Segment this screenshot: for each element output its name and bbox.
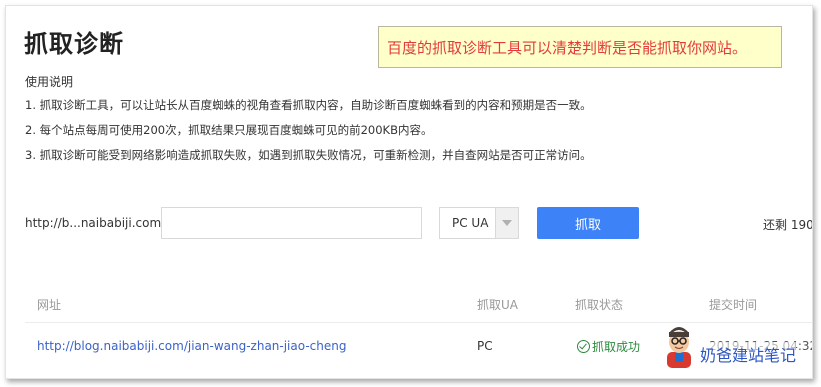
avatar-icon	[667, 327, 691, 368]
page-title: 抓取诊断	[24, 30, 124, 58]
instruction-line: 1. 抓取诊断工具，可以让站长从百度蜘蛛的视角查看抓取内容，自助诊断百度蜘蛛看到…	[25, 98, 592, 112]
remaining-count: 还剩 190	[763, 218, 813, 232]
row-ua: PC	[477, 339, 493, 353]
ua-select[interactable]: PC UA	[439, 207, 519, 239]
usage-heading: 使用说明	[25, 75, 74, 89]
site-url-prefix: http://b...naibabiji.com/	[25, 216, 166, 230]
row-status[interactable]: 抓取成功	[577, 338, 640, 355]
column-header-time: 提交时间	[709, 298, 758, 312]
url-path-input[interactable]	[161, 207, 422, 239]
watermark: 奶爸建站笔记	[662, 322, 812, 370]
dropdown-toggle[interactable]	[495, 208, 518, 238]
row-status-label: 抓取成功	[592, 340, 641, 354]
column-header-status: 抓取状态	[575, 298, 624, 312]
watermark-text: 奶爸建站笔记	[700, 342, 797, 366]
fetch-button[interactable]: 抓取	[537, 207, 639, 239]
check-circle-icon	[577, 340, 590, 353]
ua-selected-value: PC UA	[452, 216, 489, 230]
row-url-link[interactable]: http://blog.naibabiji.com/jian-wang-zhan…	[37, 339, 346, 353]
chevron-down-icon	[502, 220, 512, 226]
instruction-line: 2. 每个站点每周可使用200次，抓取结果只展现百度蜘蛛可见的前200KB内容。	[25, 123, 433, 137]
column-header-url: 网址	[37, 298, 62, 312]
instruction-line: 3. 抓取诊断可能受到网络影响造成抓取失败，如遇到抓取失败情况，可重新检测，并自…	[25, 148, 592, 162]
annotation-callout: 百度的抓取诊断工具可以清楚判断是否能抓取你网站。	[378, 26, 782, 68]
column-header-ua: 抓取UA	[477, 298, 518, 312]
